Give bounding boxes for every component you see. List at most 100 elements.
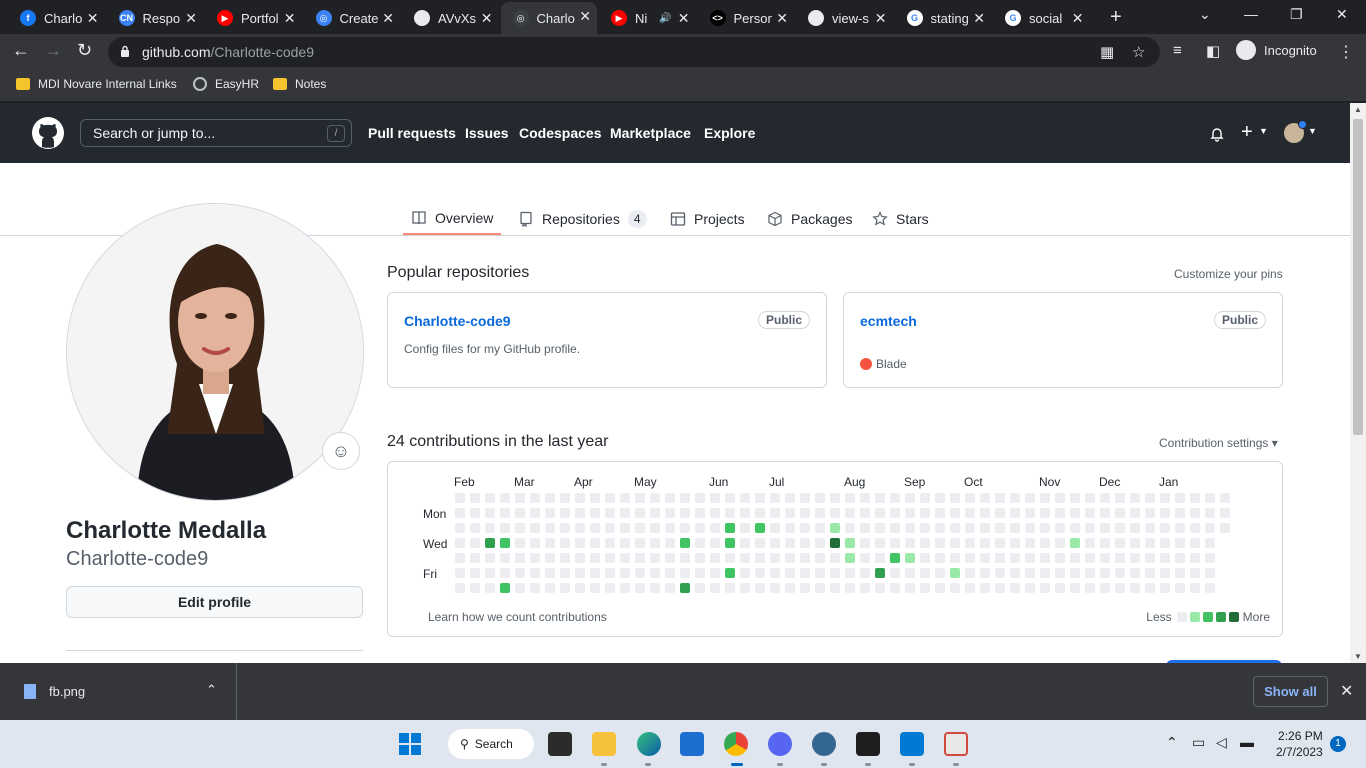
contribution-day-cell[interactable] xyxy=(530,583,540,593)
contribution-day-cell[interactable] xyxy=(1085,508,1095,518)
contribution-day-cell[interactable] xyxy=(1040,583,1050,593)
contribution-day-cell[interactable] xyxy=(845,508,855,518)
contribution-day-cell[interactable] xyxy=(545,553,555,563)
contribution-day-cell[interactable] xyxy=(455,553,465,563)
contribution-day-cell[interactable] xyxy=(650,553,660,563)
close-tab-icon[interactable]: ✕ xyxy=(875,10,887,27)
contribution-day-cell[interactable] xyxy=(1085,493,1095,503)
back-icon[interactable]: ← xyxy=(12,40,30,61)
contribution-day-cell[interactable] xyxy=(995,538,1005,548)
contribution-day-cell[interactable] xyxy=(680,553,690,563)
close-tab-icon[interactable]: ✕ xyxy=(382,10,394,27)
contribution-day-cell[interactable] xyxy=(1010,568,1020,578)
contribution-day-cell[interactable] xyxy=(1145,523,1155,533)
contribution-day-cell[interactable] xyxy=(485,583,495,593)
contribution-day-cell[interactable] xyxy=(1205,538,1215,548)
contribution-day-cell[interactable] xyxy=(860,493,870,503)
contribution-day-cell[interactable] xyxy=(890,568,900,578)
close-tab-icon[interactable]: ✕ xyxy=(678,10,690,27)
incognito-indicator[interactable]: Incognito xyxy=(1236,40,1317,60)
volume-icon[interactable]: ◁ xyxy=(1216,734,1227,751)
contribution-day-cell[interactable] xyxy=(635,523,645,533)
contribution-day-cell[interactable] xyxy=(1025,568,1035,578)
contribution-day-cell[interactable] xyxy=(1085,583,1095,593)
browser-tab[interactable]: view-s ✕ xyxy=(796,4,893,32)
contribution-day-cell[interactable] xyxy=(650,583,660,593)
contribution-day-cell[interactable] xyxy=(710,583,720,593)
nav-issues[interactable]: Issues xyxy=(465,125,509,141)
contribution-day-cell[interactable] xyxy=(605,493,615,503)
contribution-day-cell[interactable] xyxy=(1025,583,1035,593)
contribution-day-cell[interactable] xyxy=(830,553,840,563)
contribution-day-cell[interactable] xyxy=(875,553,885,563)
contribution-day-cell[interactable] xyxy=(590,508,600,518)
reload-icon[interactable]: ↻ xyxy=(77,40,92,61)
contribution-day-cell[interactable] xyxy=(965,523,975,533)
contribution-day-cell[interactable] xyxy=(1145,568,1155,578)
scroll-up-icon[interactable]: ▲ xyxy=(1354,105,1362,114)
contribution-day-cell[interactable] xyxy=(1040,553,1050,563)
contribution-day-cell[interactable] xyxy=(725,523,735,533)
contribution-day-cell[interactable] xyxy=(845,568,855,578)
contribution-day-cell[interactable] xyxy=(800,538,810,548)
contribution-day-cell[interactable] xyxy=(515,568,525,578)
nav-pull-requests[interactable]: Pull requests xyxy=(368,125,456,141)
contribution-day-cell[interactable] xyxy=(965,583,975,593)
browser-tab[interactable]: Gstating ✕ xyxy=(895,4,992,32)
contribution-day-cell[interactable] xyxy=(590,568,600,578)
contribution-day-cell[interactable] xyxy=(1070,583,1080,593)
close-tab-icon[interactable]: ✕ xyxy=(87,10,99,27)
contribution-day-cell[interactable] xyxy=(515,553,525,563)
contribution-day-cell[interactable] xyxy=(1205,523,1215,533)
contribution-day-cell[interactable] xyxy=(620,553,630,563)
github-logo-icon[interactable] xyxy=(32,117,64,149)
contribution-day-cell[interactable] xyxy=(950,583,960,593)
contribution-day-cell[interactable] xyxy=(920,568,930,578)
contribution-day-cell[interactable] xyxy=(710,538,720,548)
contribution-day-cell[interactable] xyxy=(485,523,495,533)
contribution-day-cell[interactable] xyxy=(755,568,765,578)
contribution-day-cell[interactable] xyxy=(1055,493,1065,503)
contribution-day-cell[interactable] xyxy=(935,538,945,548)
contribution-day-cell[interactable] xyxy=(455,583,465,593)
task-view-icon[interactable] xyxy=(548,732,572,756)
contribution-day-cell[interactable] xyxy=(530,508,540,518)
close-tab-icon[interactable]: ✕ xyxy=(284,10,296,27)
contribution-day-cell[interactable] xyxy=(860,583,870,593)
browser-tab[interactable]: ◎ Create ✕ xyxy=(304,4,401,32)
tab-overview[interactable]: Overview xyxy=(403,203,501,235)
minimize-icon[interactable]: — xyxy=(1244,6,1258,22)
learn-contributions-link[interactable]: Learn how we count contributions xyxy=(428,610,607,624)
contribution-day-cell[interactable] xyxy=(845,583,855,593)
contribution-day-cell[interactable] xyxy=(605,538,615,548)
contribution-day-cell[interactable] xyxy=(1205,508,1215,518)
contribution-day-cell[interactable] xyxy=(665,538,675,548)
contribution-day-cell[interactable] xyxy=(545,493,555,503)
contribution-day-cell[interactable] xyxy=(500,553,510,563)
contribution-day-cell[interactable] xyxy=(1055,553,1065,563)
contribution-day-cell[interactable] xyxy=(980,523,990,533)
contribution-day-cell[interactable] xyxy=(905,508,915,518)
contribution-day-cell[interactable] xyxy=(725,553,735,563)
contribution-day-cell[interactable] xyxy=(1220,493,1230,503)
contribution-day-cell[interactable] xyxy=(830,493,840,503)
contribution-day-cell[interactable] xyxy=(1100,523,1110,533)
battery-icon[interactable]: ▬ xyxy=(1240,734,1254,750)
contribution-day-cell[interactable] xyxy=(1160,538,1170,548)
contribution-day-cell[interactable] xyxy=(920,523,930,533)
contribution-day-cell[interactable] xyxy=(995,508,1005,518)
contribution-day-cell[interactable] xyxy=(1130,493,1140,503)
discord-icon[interactable] xyxy=(768,732,792,756)
contribution-day-cell[interactable] xyxy=(770,583,780,593)
contribution-day-cell[interactable] xyxy=(1070,538,1080,548)
contribution-day-cell[interactable] xyxy=(725,568,735,578)
contribution-day-cell[interactable] xyxy=(710,568,720,578)
contribution-day-cell[interactable] xyxy=(1040,493,1050,503)
close-icon[interactable]: ✕ xyxy=(1340,681,1353,701)
contribution-day-cell[interactable] xyxy=(785,523,795,533)
browser-tab[interactable]: <> Person ✕ xyxy=(698,4,795,32)
contribution-day-cell[interactable] xyxy=(590,523,600,533)
contribution-day-cell[interactable] xyxy=(845,538,855,548)
contribution-day-cell[interactable] xyxy=(995,523,1005,533)
side-panel-icon[interactable]: ◧ xyxy=(1206,42,1220,60)
